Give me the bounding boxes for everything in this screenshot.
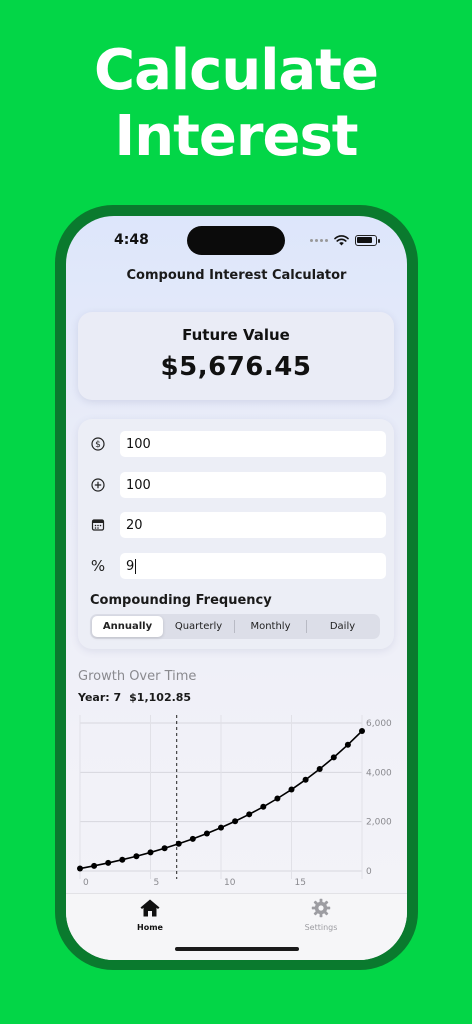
years-row: 20 [86,512,386,538]
data-point [175,840,182,847]
y-tick-label: 4,000 [366,768,392,778]
text-caret [135,558,137,574]
rate-input[interactable]: 9 [120,553,386,579]
headline: Calculate Interest [0,38,472,170]
data-point [302,776,309,783]
data-point [260,803,267,810]
house-icon [140,899,160,917]
y-tick-label: 6,000 [366,719,392,729]
x-tick-label: 5 [154,878,160,888]
selected-value: $1,102.85 [129,691,192,704]
x-tick-label: 10 [224,878,236,888]
rate-row: % 9 [86,553,386,579]
data-point [105,859,112,866]
data-point [288,786,295,793]
calendar-icon [86,518,110,532]
future-value-label: Future Value [182,326,290,344]
battery-icon [355,235,380,246]
tab-settings-label: Settings [304,923,338,932]
selected-year: Year: 7 [78,691,122,704]
x-tick-label: 15 [295,878,306,888]
tab-home[interactable]: Home [110,898,190,932]
frequency-segmented-control: Annually Quarterly Monthly Daily [90,614,380,639]
data-point [330,754,337,761]
percent-icon: % [90,557,106,575]
headline-line-1: Calculate [94,38,379,103]
growth-readout: Year: 7 $1,102.85 [78,691,191,704]
data-point [189,835,196,842]
years-value: 20 [126,517,143,533]
principal-value: 100 [126,436,151,452]
tab-home-label: Home [137,923,163,932]
frequency-option-daily[interactable]: Daily [307,616,378,637]
y-tick-label: 2,000 [366,818,392,828]
frequency-option-annually[interactable]: Annually [92,616,163,637]
frequency-label: Compounding Frequency [90,593,272,608]
headline-line-2: Interest [114,104,358,169]
data-point [246,811,253,818]
cellular-signal-icon [310,239,328,242]
input-card: $ 100 100 20 % 9 Compounding Frequency A… [78,419,394,649]
future-value-card: Future Value $5,676.45 [78,312,394,400]
data-point [218,824,224,831]
growth-title: Growth Over Time [78,669,197,684]
data-point [161,845,168,852]
principal-input[interactable]: 100 [120,431,386,457]
frequency-option-monthly[interactable]: Monthly [235,616,306,637]
contribution-row: 100 [86,472,386,498]
contribution-value: 100 [126,477,151,493]
svg-text:$: $ [95,440,101,450]
phone-screen: 4:48 Compound Interest Calculator Future… [66,216,407,960]
frequency-option-quarterly[interactable]: Quarterly [163,616,234,637]
data-point [274,795,281,802]
data-point [316,766,323,773]
data-point [344,741,351,748]
data-point [203,830,210,837]
growth-chart[interactable]: 0 2,000 4,000 6,000 0 5 10 15 [66,708,407,893]
tab-settings[interactable]: Settings [281,898,361,932]
data-point [91,862,98,869]
status-time: 4:48 [114,232,149,248]
status-icons [310,235,380,246]
nav-title: Compound Interest Calculator [126,268,347,283]
data-point [119,856,126,863]
data-point [232,818,239,825]
principal-row: $ 100 [86,431,386,457]
rate-value: 9 [126,558,135,574]
years-input[interactable]: 20 [120,512,386,538]
data-point [77,865,83,872]
home-indicator [175,947,299,951]
future-value-amount: $5,676.45 [160,352,312,382]
x-tick-label: 0 [83,878,89,888]
y-tick-label: 0 [366,867,372,877]
gear-icon [311,898,331,918]
data-point [147,849,154,856]
plus-circle-icon [86,478,110,492]
contribution-input[interactable]: 100 [120,472,386,498]
dynamic-island [187,226,285,255]
dollar-circle-icon: $ [86,437,110,451]
wifi-icon [334,235,349,246]
data-point [359,727,365,734]
data-point [133,853,140,860]
